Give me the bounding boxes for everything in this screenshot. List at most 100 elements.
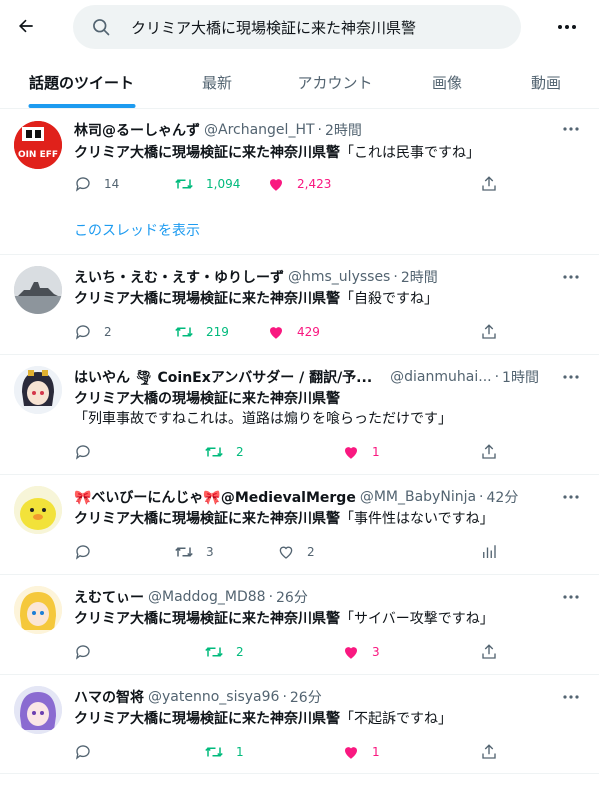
retweet-button[interactable]: 1 (204, 741, 244, 763)
tweet-text-highlight: クリミア大橋 (74, 391, 158, 407)
tab-videos[interactable]: 動画 (526, 56, 566, 108)
share-icon (482, 324, 496, 339)
tweet-more-button[interactable] (561, 687, 581, 707)
tweet-header: えいち・えむ・えす・ゆりしーず @hms_ulysses · 2時間 (74, 267, 559, 287)
timestamp[interactable]: 42分 (487, 487, 519, 507)
tweet-text-rest: 「自殺ですね」 (340, 291, 438, 307)
tweet-more-button[interactable] (561, 267, 581, 287)
analytics-icon (483, 545, 496, 558)
avatar[interactable] (14, 366, 62, 414)
reply-button[interactable] (74, 541, 104, 563)
share-icon (482, 444, 496, 459)
tweet-more-button[interactable] (561, 367, 581, 387)
display-name[interactable]: 🎀べいびーにんじゃ🎀@MedievalMerge (74, 487, 356, 507)
tab-latest[interactable]: 最新 (196, 56, 238, 108)
username[interactable]: @Archangel_HT (204, 122, 315, 138)
avatar-image: OIN EFF (14, 121, 62, 169)
search-query[interactable]: クリミア大橋に現場検証に来た神奈川県警 (131, 17, 416, 38)
reply-count: 14 (104, 177, 120, 191)
share-button[interactable] (480, 441, 498, 463)
like-button[interactable]: 429 (267, 321, 320, 343)
tweet-text-highlight: クリミア大橋に現場検証に来た神奈川県警 (74, 611, 340, 627)
share-icon (482, 644, 496, 659)
display-name[interactable]: はいやん 🌪 CoinExアンバサダー / 翻訳/予... (74, 367, 372, 387)
like-button[interactable]: 1 (342, 441, 380, 463)
tweet-text-rest: 「サイバー攻撃ですね」 (340, 611, 494, 627)
retweet-button[interactable]: 2 (204, 441, 244, 463)
like-button[interactable]: 2 (277, 541, 315, 563)
display-name[interactable]: えむてぃー (74, 587, 144, 607)
tweet-text-highlight: クリミア大橋に現場検証に来た神奈川県警 (74, 711, 340, 727)
avatar[interactable] (14, 586, 62, 634)
tweet-more-button[interactable] (561, 487, 581, 507)
tab-top[interactable]: 話題のツイート (28, 56, 135, 108)
show-thread-link[interactable]: このスレッドを表示 (74, 220, 200, 240)
display-name[interactable]: 林司@るーしゃんず (74, 120, 200, 140)
tab-label: 話題のツイート (28, 73, 134, 92)
like-count: 3 (372, 645, 380, 659)
tweet[interactable]: OIN EFF 林司@るーしゃんず @Archangel_HT · 2時間 クリ… (0, 110, 599, 255)
search-tabs: 話題のツイート 最新 アカウント 画像 動画 (0, 56, 599, 109)
tweet[interactable]: ハマの智将 @yatenno_sisya96 · 26分 クリミア大橋に現場検証… (0, 676, 599, 774)
username[interactable]: @dianmuhai... (390, 369, 491, 385)
analytics-button[interactable] (480, 541, 498, 563)
reply-button[interactable]: 2 (74, 321, 112, 343)
display-name[interactable]: えいち・えむ・えす・ゆりしーず (74, 267, 284, 287)
retweet-button[interactable]: 219 (174, 321, 229, 343)
retweet-button[interactable]: 1,094 (174, 173, 240, 195)
tweet-more-button[interactable] (561, 119, 581, 139)
like-button[interactable]: 1 (342, 741, 380, 763)
reply-count: 2 (104, 325, 112, 339)
tweet[interactable]: はいやん 🌪 CoinExアンバサダー / 翻訳/予... @dianmuhai… (0, 356, 599, 475)
timestamp[interactable]: 26分 (290, 687, 322, 707)
separator: · (268, 589, 274, 605)
tab-images[interactable]: 画像 (431, 56, 463, 108)
tweet-actions: 2 219 429 (74, 321, 504, 343)
more-icon (563, 695, 579, 699)
username[interactable]: @MM_BabyNinja (360, 489, 476, 505)
separator: · (317, 122, 322, 138)
reply-button[interactable] (74, 741, 104, 763)
avatar[interactable]: OIN EFF (14, 121, 62, 169)
username[interactable]: @yatenno_sisya96 (148, 689, 279, 705)
tweet[interactable]: えむてぃー @Maddog_MD88 · 26分 クリミア大橋に現場検証に来た神… (0, 576, 599, 675)
avatar[interactable] (14, 486, 62, 534)
timestamp[interactable]: 2時間 (401, 267, 438, 287)
share-button[interactable] (480, 741, 498, 763)
tweet-actions: 14 1,094 2,423 (74, 173, 504, 195)
heart-filled-icon (345, 647, 357, 659)
avatar[interactable] (14, 686, 62, 734)
tweet-more-button[interactable] (561, 587, 581, 607)
like-button[interactable]: 2,423 (267, 173, 331, 195)
username[interactable]: @Maddog_MD88 (148, 589, 266, 605)
reply-button[interactable]: 14 (74, 173, 119, 195)
tweet[interactable]: 🎀べいびーにんじゃ🎀@MedievalMerge @MM_BabyNinja ·… (0, 476, 599, 575)
retweet-button[interactable]: 3 (174, 541, 214, 563)
avatar[interactable] (14, 266, 62, 314)
timestamp[interactable]: 26分 (276, 587, 308, 607)
back-button[interactable] (12, 12, 40, 40)
retweet-button[interactable]: 2 (204, 641, 244, 663)
share-button[interactable] (480, 321, 498, 343)
tab-accounts[interactable]: アカウント (290, 56, 380, 108)
tweet-text: クリミア大橋に現場検証に来た神奈川県警「事件性はないですね」 (74, 509, 579, 529)
tab-label: 画像 (431, 73, 462, 92)
reply-button[interactable] (74, 441, 104, 463)
avatar-text: OIN EFF (18, 150, 58, 160)
share-button[interactable] (480, 173, 498, 195)
more-options-button[interactable] (553, 14, 581, 40)
timestamp[interactable]: 1時間 (502, 367, 539, 387)
like-button[interactable]: 3 (342, 641, 380, 663)
username[interactable]: @hms_ulysses (288, 269, 390, 285)
separator: · (479, 489, 484, 505)
tweet[interactable]: えいち・えむ・えす・ゆりしーず @hms_ulysses · 2時間 クリミア大… (0, 256, 599, 355)
heart-filled-icon (270, 327, 282, 339)
share-button[interactable] (480, 641, 498, 663)
tweet-actions: 2 1 (74, 441, 504, 463)
heart-outline-icon (279, 546, 293, 559)
timestamp[interactable]: 2時間 (325, 120, 362, 140)
tweet-text-line2: 「列車事故ですねこれは。道路は煽りを喰らっただけです」 (74, 411, 452, 427)
display-name[interactable]: ハマの智将 (74, 687, 144, 707)
reply-button[interactable] (74, 641, 104, 663)
search-input[interactable]: クリミア大橋に現場検証に来た神奈川県警 (73, 5, 521, 49)
